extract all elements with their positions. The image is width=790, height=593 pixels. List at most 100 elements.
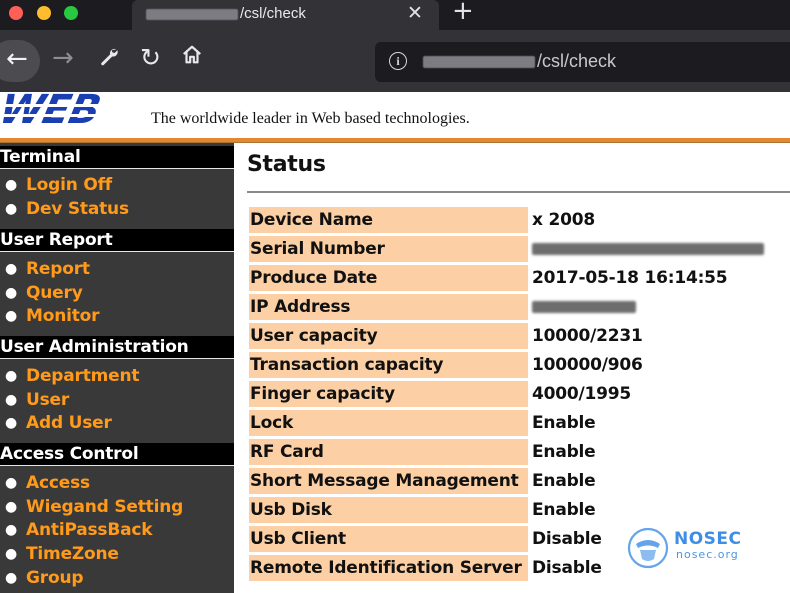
back-arrow-icon: ← — [6, 44, 28, 74]
title-divider — [247, 191, 790, 193]
row-value: x 2008 — [532, 210, 595, 230]
close-tab-icon[interactable]: ✕ — [407, 2, 423, 24]
page-title: Status — [247, 152, 326, 177]
minimize-window-button[interactable] — [37, 6, 51, 20]
row-value: 100000/906 — [532, 355, 643, 375]
sidebar-item-label: AntiPassBack — [26, 520, 153, 540]
row-label: Short Message Management — [249, 468, 528, 494]
browser-tab[interactable]: /csl/check ✕ — [132, 0, 439, 30]
bullet-icon: ● — [5, 570, 18, 586]
row-value: 10000/2231 — [532, 326, 643, 346]
sidebar-item-label: TimeZone — [26, 544, 119, 564]
sidebar-item-antipassback[interactable]: ● AntiPassBack — [5, 520, 153, 540]
row-value: Disable — [532, 558, 602, 578]
row-value: Enable — [532, 500, 596, 520]
redacted-host — [423, 56, 535, 68]
sidebar-item-add-user[interactable]: ● Add User — [5, 413, 112, 433]
section-divider — [0, 358, 234, 359]
sidebar-item-query[interactable]: ● Query — [5, 283, 83, 303]
home-icon-svg — [183, 45, 201, 64]
sidebar-item-timezone[interactable]: ● TimeZone — [5, 544, 119, 564]
page-header: WEB The worldwide leader in Web based te… — [0, 92, 790, 138]
sidebar-item-report[interactable]: ● Report — [5, 259, 90, 279]
bullet-icon: ● — [5, 475, 18, 491]
browser-tab-bar: /csl/check ✕ + — [0, 0, 790, 30]
sidebar-item-access[interactable]: ● Access — [5, 473, 90, 493]
sidebar-item-login-off[interactable]: ● Login Off — [5, 175, 112, 195]
nosec-watermark: NOSEC nosec.org — [626, 526, 786, 570]
browser-toolbar: ← → ↻ i /csl/check — [0, 30, 790, 92]
row-label: Device Name — [249, 207, 528, 233]
sidebar-item-label: Query — [26, 283, 83, 303]
info-icon[interactable]: i — [389, 52, 407, 70]
sidebar-item-label: Wiegand Setting — [26, 497, 184, 517]
new-tab-icon[interactable]: + — [452, 0, 474, 26]
section-divider — [0, 465, 234, 466]
row-value: Enable — [532, 471, 596, 491]
section-divider — [0, 251, 234, 252]
sidebar-item-label: Monitor — [26, 306, 100, 326]
redacted-host — [146, 9, 238, 20]
bullet-icon: ● — [5, 285, 18, 301]
forward-arrow-icon[interactable]: → — [52, 43, 74, 73]
sidebar-item-group[interactable]: ● Group — [5, 568, 84, 588]
url-text: /csl/check — [537, 51, 617, 71]
sidebar-nav: Terminal ● Login Off ● Dev Status User Rep… — [0, 143, 234, 593]
bullet-icon: ● — [5, 308, 18, 324]
row-value-redacted — [532, 236, 764, 262]
sidebar-item-label: Add User — [26, 413, 112, 433]
wrench-icon[interactable] — [98, 46, 120, 74]
bullet-icon: ● — [5, 522, 18, 538]
zoom-window-button[interactable] — [64, 6, 78, 20]
row-label: RF Card — [249, 439, 528, 465]
sidebar-item-label: User — [26, 390, 70, 410]
row-label: Usb Client — [249, 526, 528, 552]
row-value: 4000/1995 — [532, 384, 632, 404]
sidebar-item-monitor[interactable]: ● Monitor — [5, 306, 100, 326]
bullet-icon: ● — [5, 177, 18, 193]
address-bar[interactable]: i /csl/check — [375, 42, 790, 82]
sidebar-item-user[interactable]: ● User — [5, 390, 69, 410]
row-value-redacted — [532, 294, 636, 320]
sidebar-item-label: Dev Status — [26, 199, 129, 219]
row-label: Serial Number — [249, 236, 528, 262]
row-label: Remote Identification Server — [249, 555, 528, 581]
tab-title: /csl/check — [240, 5, 306, 22]
bullet-icon: ● — [5, 546, 18, 562]
sidebar-item-dev-status[interactable]: ● Dev Status — [5, 199, 129, 219]
sidebar-item-label: Access — [26, 473, 90, 493]
nosec-logo-icon — [627, 527, 669, 569]
sidebar-item-label: Login Off — [26, 175, 113, 195]
bullet-icon: ● — [5, 368, 18, 384]
row-value: Disable — [532, 529, 602, 549]
sidebar-section-access-control: Access Control — [0, 443, 234, 465]
row-label: Finger capacity — [249, 381, 528, 407]
bullet-icon: ● — [5, 415, 18, 431]
web-logo: WEB — [0, 92, 144, 128]
bullet-icon: ● — [5, 201, 18, 217]
row-label: Usb Disk — [249, 497, 528, 523]
close-window-button[interactable] — [9, 6, 23, 20]
row-value: Enable — [532, 442, 596, 462]
back-button[interactable]: ← — [0, 40, 40, 82]
row-value: 2017-05-18 16:14:55 — [532, 268, 728, 288]
bullet-icon: ● — [5, 392, 18, 408]
bullet-icon: ● — [5, 261, 18, 277]
sidebar-section-terminal: Terminal — [0, 146, 234, 168]
row-value: Enable — [532, 413, 596, 433]
sidebar-item-label: Report — [26, 259, 90, 279]
sidebar-item-label: Group — [26, 568, 84, 588]
svg-text:WEB: WEB — [0, 92, 104, 128]
reload-icon[interactable]: ↻ — [140, 43, 161, 72]
row-label: IP Address — [249, 294, 528, 320]
bullet-icon: ● — [5, 499, 18, 515]
row-label: Lock — [249, 410, 528, 436]
sidebar-item-wiegand-setting[interactable]: ● Wiegand Setting — [5, 497, 183, 517]
tagline: The worldwide leader in Web based techno… — [151, 110, 470, 127]
wrench-icon-svg — [101, 48, 118, 66]
watermark-name: NOSEC — [674, 529, 742, 549]
sidebar-section-user-report: User Report — [0, 229, 234, 251]
sidebar-item-label: Department — [26, 366, 140, 386]
sidebar-item-department[interactable]: ● Department — [5, 366, 139, 386]
home-icon[interactable] — [181, 44, 203, 72]
